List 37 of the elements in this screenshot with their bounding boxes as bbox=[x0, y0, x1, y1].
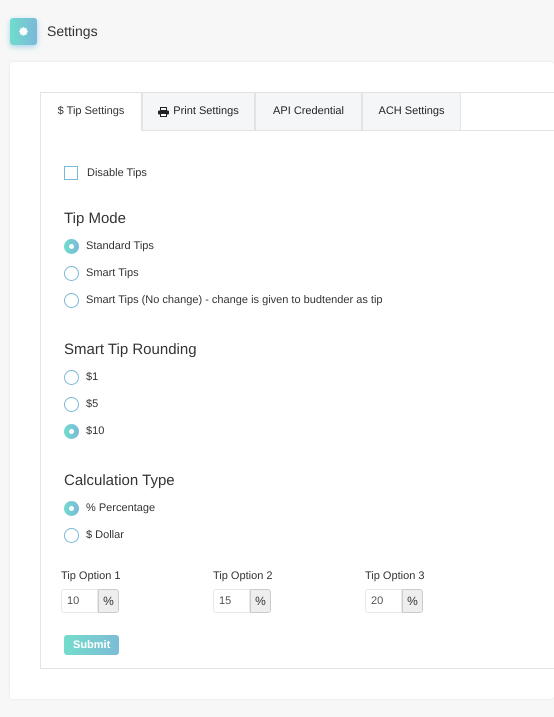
radio-button[interactable] bbox=[64, 424, 79, 438]
radio-label: Smart Tips bbox=[86, 266, 139, 281]
printer-icon bbox=[158, 106, 170, 116]
radio-label: $ Dollar bbox=[86, 528, 124, 543]
input-field[interactable]: 20 bbox=[365, 588, 402, 612]
input-field[interactable]: 10 bbox=[61, 588, 98, 612]
tab[interactable]: $ Tip Settings bbox=[40, 92, 142, 131]
page-title: Settings bbox=[47, 22, 98, 41]
section-heading: Tip Mode bbox=[64, 210, 127, 228]
radio-label: Smart Tips (No change) - change is given to budtender as tip bbox=[86, 292, 383, 308]
radio-button[interactable] bbox=[64, 266, 79, 280]
settings-icon bbox=[10, 18, 37, 44]
unit-addon: % bbox=[98, 588, 119, 612]
radio-button[interactable] bbox=[64, 292, 79, 308]
unit-addon: % bbox=[402, 588, 423, 612]
checkbox-label: Disable Tips bbox=[87, 166, 147, 181]
radio-label: Standard Tips bbox=[86, 238, 154, 254]
unit-addon: % bbox=[250, 588, 271, 612]
field-label: Tip Option 3 bbox=[365, 569, 426, 584]
radio-button[interactable] bbox=[64, 500, 79, 516]
tab[interactable]: Print Settings bbox=[142, 92, 255, 131]
section-heading: Smart Tip Rounding bbox=[64, 341, 198, 359]
radio-button[interactable] bbox=[64, 370, 79, 384]
radio-button[interactable] bbox=[64, 528, 79, 542]
field-label: Tip Option 2 bbox=[213, 569, 274, 584]
checkbox[interactable] bbox=[64, 166, 78, 180]
radio-label: $10 bbox=[86, 424, 104, 439]
radio-label: % Percentage bbox=[86, 500, 156, 516]
radio-label: $5 bbox=[86, 396, 98, 412]
section-heading: Calculation Type bbox=[64, 472, 176, 490]
tab[interactable]: API Credential bbox=[255, 92, 362, 131]
tab[interactable]: ACH Settings bbox=[362, 92, 461, 131]
input-field[interactable]: 15 bbox=[213, 588, 250, 612]
field-label: Tip Option 1 bbox=[61, 569, 122, 584]
radio-button[interactable] bbox=[64, 238, 79, 254]
radio-label: $1 bbox=[86, 370, 98, 385]
radio-button[interactable] bbox=[64, 396, 79, 412]
